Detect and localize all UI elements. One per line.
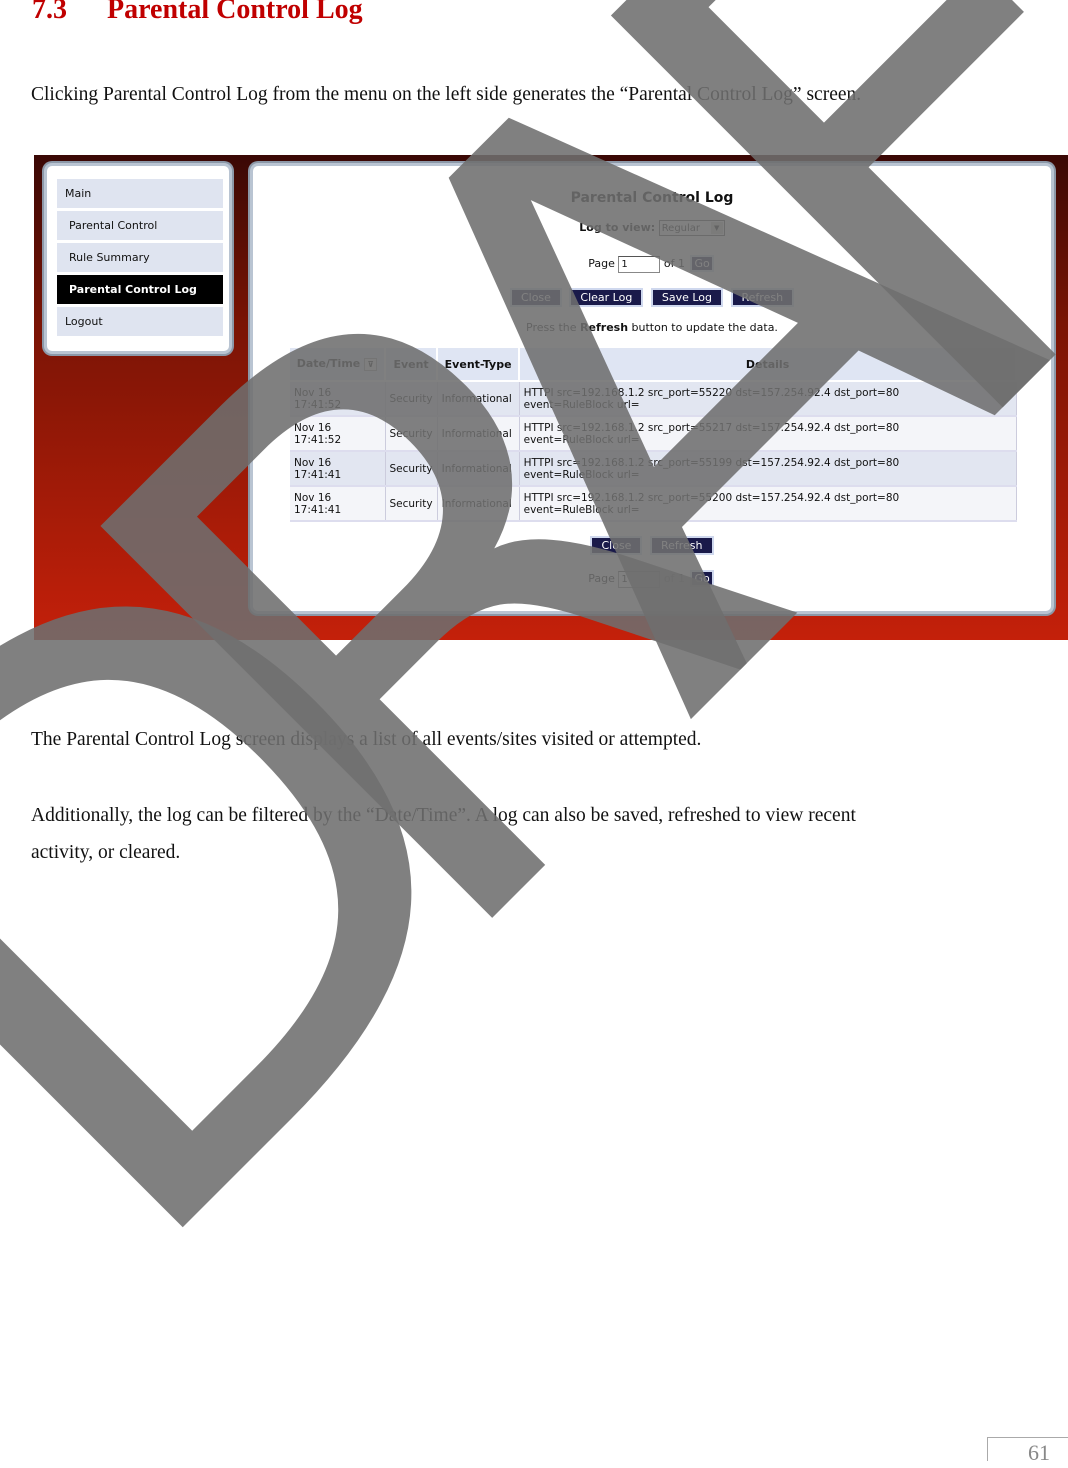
- section-number: 7.3: [32, 0, 67, 25]
- event: Security: [389, 427, 433, 440]
- date: Nov 16: [294, 421, 332, 434]
- chevron-down-icon: ▼: [710, 222, 723, 234]
- details-line-2: event=RuleBlock url=: [523, 398, 640, 411]
- details-line-2: event=RuleBlock url=: [523, 503, 640, 516]
- cell-details: HTTPI src=192.168.1.2 src_port=55200 dst…: [519, 486, 1017, 522]
- clear-log-button[interactable]: Clear Log: [569, 288, 644, 307]
- cell-event: Security: [385, 381, 438, 417]
- date: Nov 16: [294, 456, 332, 469]
- refresh-hint: Press the Refresh button to update the d…: [253, 321, 1051, 334]
- page-label: Page: [588, 257, 615, 270]
- details-line-1: HTTPI src=192.168.1.2 src_port=55200 dst…: [523, 491, 900, 504]
- hint-text: Press the: [526, 321, 577, 334]
- cell-details: HTTPI src=192.168.1.2 src_port=55199 dst…: [519, 451, 1017, 487]
- page-label: Page: [588, 572, 615, 585]
- sidebar-item-rule-summary[interactable]: Rule Summary: [57, 243, 223, 272]
- time: 17:41:41: [294, 468, 342, 481]
- cell-date-time: Nov 16 17:41:52: [290, 416, 386, 452]
- table-row: Nov 16 17:41:41 Security Informational HT…: [290, 451, 1017, 487]
- body-paragraph-1: The Parental Control Log screen displays…: [31, 729, 702, 750]
- router-screenshot: Main Parental Control Rule Summary Paren…: [34, 155, 1068, 640]
- sidebar-menu: Main Parental Control Rule Summary Paren…: [44, 163, 232, 354]
- main-panel: Parental Control Log Log to view: Regula…: [250, 163, 1054, 614]
- column-header-event: Event: [385, 348, 439, 382]
- intro-paragraph: Clicking Parental Control Log from the m…: [31, 84, 862, 105]
- cell-event-type: Informational: [437, 416, 520, 452]
- column-header-event-type: Event-Type: [437, 348, 521, 382]
- pager-top: Page 1 of 1 Go: [253, 255, 1051, 273]
- cell-date-time: Nov 16 17:41:52: [290, 381, 386, 417]
- details-line-1: HTTPI src=192.168.1.2 src_port=55220 dst…: [523, 386, 900, 399]
- column-header-date-time[interactable]: Date/Time ⊽: [290, 348, 386, 382]
- event-type: Informational: [441, 392, 512, 405]
- time: 17:41:41: [294, 503, 342, 516]
- page-of-label: of 1: [663, 572, 685, 585]
- log-to-view-select[interactable]: Regular ▼: [658, 220, 725, 236]
- event: Security: [389, 392, 433, 405]
- cell-date-time: Nov 16 17:41:41: [290, 486, 386, 522]
- page-input[interactable]: 1: [618, 255, 661, 273]
- time: 17:41:52: [294, 433, 342, 446]
- sidebar-item-logout[interactable]: Logout: [57, 307, 223, 336]
- event: Security: [389, 497, 433, 510]
- table-row: Nov 16 17:41:41 Security Informational HT…: [290, 486, 1017, 522]
- body-paragraph-2b: activity, or cleared.: [31, 842, 181, 863]
- log-table: Date/Time ⊽ Event Event-Type Details Nov …: [290, 348, 1017, 522]
- refresh-button[interactable]: Refresh: [730, 288, 795, 307]
- cell-event: Security: [385, 486, 438, 522]
- section-heading: 7.3 Parental Control Log: [32, 0, 363, 26]
- filter-icon[interactable]: ⊽: [364, 357, 378, 371]
- details-line-1: HTTPI src=192.168.1.2 src_port=55217 dst…: [523, 421, 900, 434]
- pager-bottom: Page 1 of 1 Go: [253, 570, 1051, 588]
- time: 17:41:52: [294, 398, 342, 411]
- toolbar-top: Close Clear Log Save Log Refresh: [253, 288, 1051, 307]
- cell-event-type: Informational: [437, 451, 520, 487]
- event: Security: [389, 462, 433, 475]
- sidebar-item-parental-control[interactable]: Parental Control: [57, 211, 223, 240]
- cell-details: HTTPI src=192.168.1.2 src_port=55217 dst…: [519, 416, 1017, 452]
- log-to-view-row: Log to view: Regular ▼: [253, 220, 1051, 236]
- page-input-bottom[interactable]: 1: [618, 570, 661, 588]
- column-header-details: Details: [519, 348, 1017, 382]
- cell-event-type: Informational: [437, 486, 520, 522]
- refresh-button-bottom[interactable]: Refresh: [649, 536, 714, 555]
- log-to-view-label: Log to view:: [579, 221, 656, 234]
- close-button[interactable]: Close: [509, 288, 562, 307]
- date: Nov 16: [294, 491, 332, 504]
- section-title: Parental Control Log: [107, 0, 363, 25]
- cell-date-time: Nov 16 17:41:41: [290, 451, 386, 487]
- go-button-bottom[interactable]: Go: [690, 570, 714, 587]
- column-label: Date/Time: [296, 357, 361, 371]
- log-to-view-value: Regular: [661, 223, 701, 234]
- toolbar-bottom: Close Refresh: [253, 536, 1051, 555]
- page-of-label: of 1: [663, 257, 685, 270]
- cell-details: HTTPI src=192.168.1.2 src_port=55220 dst…: [519, 381, 1017, 417]
- cell-event-type: Informational: [437, 381, 520, 417]
- body-paragraph-2a: Additionally, the log can be filtered by…: [31, 805, 856, 826]
- event-type: Informational: [441, 462, 512, 475]
- table-row: Nov 16 17:41:52 Security Informational HT…: [290, 416, 1017, 452]
- table-row: Nov 16 17:41:52 Security Informational HT…: [290, 381, 1017, 417]
- details-line-1: HTTPI src=192.168.1.2 src_port=55199 dst…: [523, 456, 900, 469]
- details-line-2: event=RuleBlock url=: [523, 468, 640, 481]
- page-title: Parental Control Log: [570, 190, 734, 206]
- hint-bold: Refresh: [580, 321, 629, 334]
- save-log-button[interactable]: Save Log: [650, 288, 723, 307]
- close-button-bottom[interactable]: Close: [590, 536, 643, 555]
- page-number: 61: [987, 1437, 1068, 1465]
- event-type: Informational: [441, 427, 512, 440]
- go-button[interactable]: Go: [690, 255, 714, 272]
- sidebar-item-main[interactable]: Main: [57, 179, 223, 208]
- cell-event: Security: [385, 416, 438, 452]
- details-line-2: event=RuleBlock url=: [523, 433, 640, 446]
- event-type: Informational: [441, 497, 512, 510]
- cell-event: Security: [385, 451, 438, 487]
- hint-text-end: button to update the data.: [631, 321, 778, 334]
- date: Nov 16: [294, 386, 332, 399]
- sidebar-item-parental-control-log[interactable]: Parental Control Log: [57, 275, 223, 304]
